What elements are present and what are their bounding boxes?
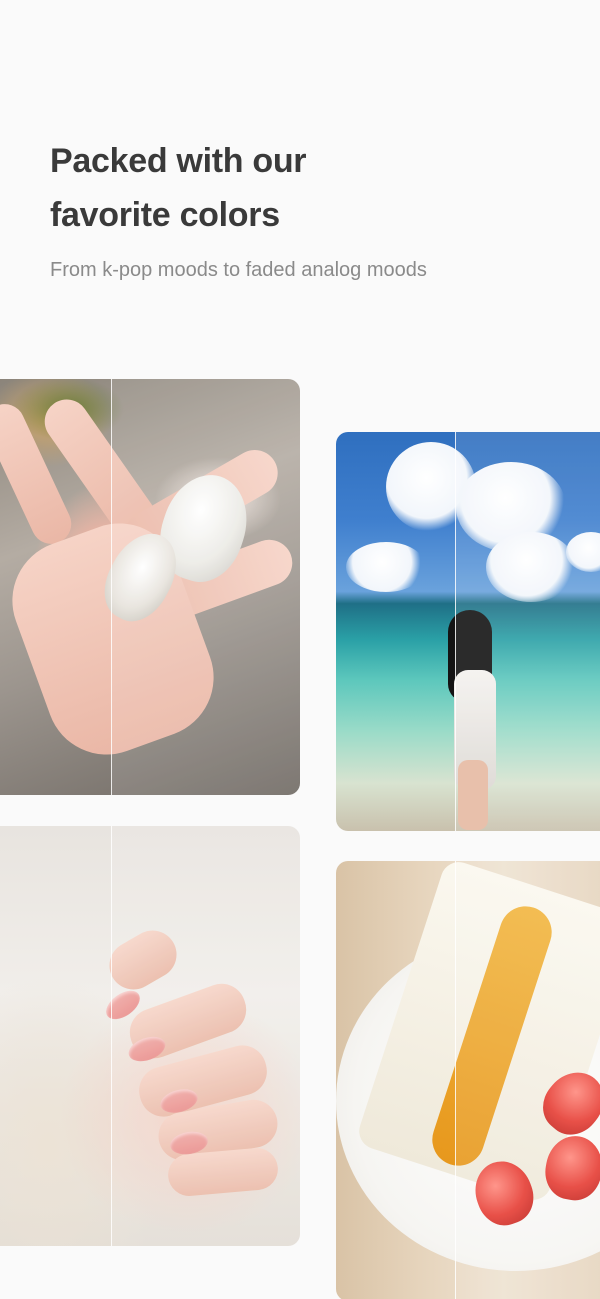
- page: Packed with our favorite colors From k-p…: [0, 0, 600, 1299]
- before-after-divider: [455, 861, 456, 1299]
- page-title: Packed with our favorite colors: [50, 134, 550, 242]
- before-after-divider: [111, 379, 112, 795]
- before-after-divider: [111, 826, 112, 1246]
- photo-pink-nails: [0, 826, 300, 1246]
- photo-fruit-sandwich: [336, 861, 600, 1299]
- photo-hand-seashells: [0, 379, 300, 795]
- photo-beach: [336, 432, 600, 831]
- filter-preview-overlay: [456, 861, 600, 1299]
- page-subtitle: From k-pop moods to faded analog moods: [50, 259, 427, 281]
- before-after-divider: [455, 432, 456, 831]
- filter-preview-overlay: [112, 379, 300, 795]
- page-title-line-2: favorite colors: [50, 196, 280, 234]
- filter-preview-overlay: [112, 826, 300, 1246]
- filter-preview-overlay: [456, 432, 600, 831]
- photo-detail-cloud: [346, 542, 426, 592]
- page-title-line-1: Packed with our: [50, 142, 307, 180]
